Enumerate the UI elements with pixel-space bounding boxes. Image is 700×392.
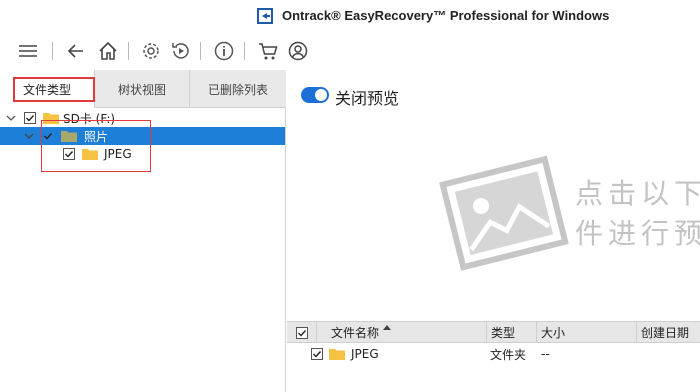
column-header-created[interactable]: 创建日期 <box>637 322 700 343</box>
tree-item-label: 照片 <box>84 129 109 144</box>
app-window: Ontrack® EasyRecovery™ Professional for … <box>0 0 700 392</box>
view-tabs: 文件类型 树状视图 已删除列表 <box>0 70 286 108</box>
title-bar: Ontrack® EasyRecovery™ Professional for … <box>0 0 700 32</box>
toggle-knob <box>315 89 327 101</box>
chevron-down-icon[interactable] <box>6 113 16 123</box>
toolbar-divider <box>244 42 245 60</box>
tree-item-label: JPEG <box>104 147 132 161</box>
tab-file-type[interactable]: 文件类型 <box>0 70 95 108</box>
toolbar-divider <box>128 42 129 60</box>
window-title: Ontrack® EasyRecovery™ Professional for … <box>282 8 610 23</box>
column-header-label: 文件名称 <box>331 326 380 340</box>
info-icon[interactable] <box>212 39 236 63</box>
sort-ascending-icon <box>383 325 391 330</box>
hint-line: 件进行预 <box>575 217 700 250</box>
column-header-size[interactable]: 大小 <box>537 322 637 343</box>
tree-item-photos[interactable]: 照片 <box>0 127 285 145</box>
preview-panel: 关闭预览 点击以下 件进行预 文件名称 类型 大小 创建日期 JPEG 文件夹 … <box>287 70 700 392</box>
home-icon[interactable] <box>96 39 120 63</box>
tree-item-label: SD卡 (F:) <box>63 111 116 126</box>
preview-toggle[interactable] <box>301 87 329 103</box>
recover-icon[interactable] <box>169 39 193 63</box>
tree-checkbox[interactable] <box>24 112 36 124</box>
settings-icon[interactable] <box>139 39 163 63</box>
cell-file-type: 文件夹 <box>490 347 527 362</box>
tree-item-drive[interactable]: SD卡 (F:) <box>0 109 285 127</box>
tree-checkbox[interactable] <box>42 130 54 142</box>
preview-toggle-label: 关闭预览 <box>335 89 400 108</box>
menu-icon[interactable] <box>16 39 40 63</box>
tab-tree-view[interactable]: 树状视图 <box>95 70 190 108</box>
tree-checkbox[interactable] <box>63 148 75 160</box>
image-placeholder-icon <box>439 155 569 271</box>
cart-icon[interactable] <box>256 39 280 63</box>
folder-icon <box>43 113 59 124</box>
folder-icon <box>329 349 345 360</box>
column-header-type[interactable]: 类型 <box>487 322 537 343</box>
toolbar <box>0 32 700 70</box>
toolbar-divider <box>200 42 201 60</box>
select-all-checkbox[interactable] <box>295 326 308 339</box>
cell-file-size: -- <box>541 347 550 361</box>
app-logo-icon <box>257 8 273 24</box>
tab-deleted-list[interactable]: 已删除列表 <box>190 70 286 108</box>
preview-hint-text: 点击以下 件进行预 <box>575 174 700 254</box>
account-icon[interactable] <box>286 39 310 63</box>
hint-line: 点击以下 <box>575 177 700 210</box>
back-icon[interactable] <box>64 39 88 63</box>
folder-icon <box>82 149 98 160</box>
left-panel: 文件类型 树状视图 已删除列表 SD卡 (F:) 照片 JPEG <box>0 70 286 392</box>
tree-item-jpeg[interactable]: JPEG <box>0 145 285 163</box>
toolbar-divider <box>52 42 53 60</box>
folder-icon <box>61 131 77 142</box>
cell-file-name: JPEG <box>351 347 379 361</box>
select-all-cell <box>287 322 317 343</box>
chevron-down-icon[interactable] <box>24 131 34 141</box>
row-checkbox[interactable] <box>311 348 323 360</box>
table-row[interactable]: JPEG 文件夹 -- <box>287 344 700 364</box>
column-header-name[interactable]: 文件名称 <box>317 322 487 343</box>
file-list-header: 文件名称 类型 大小 创建日期 <box>287 321 700 343</box>
